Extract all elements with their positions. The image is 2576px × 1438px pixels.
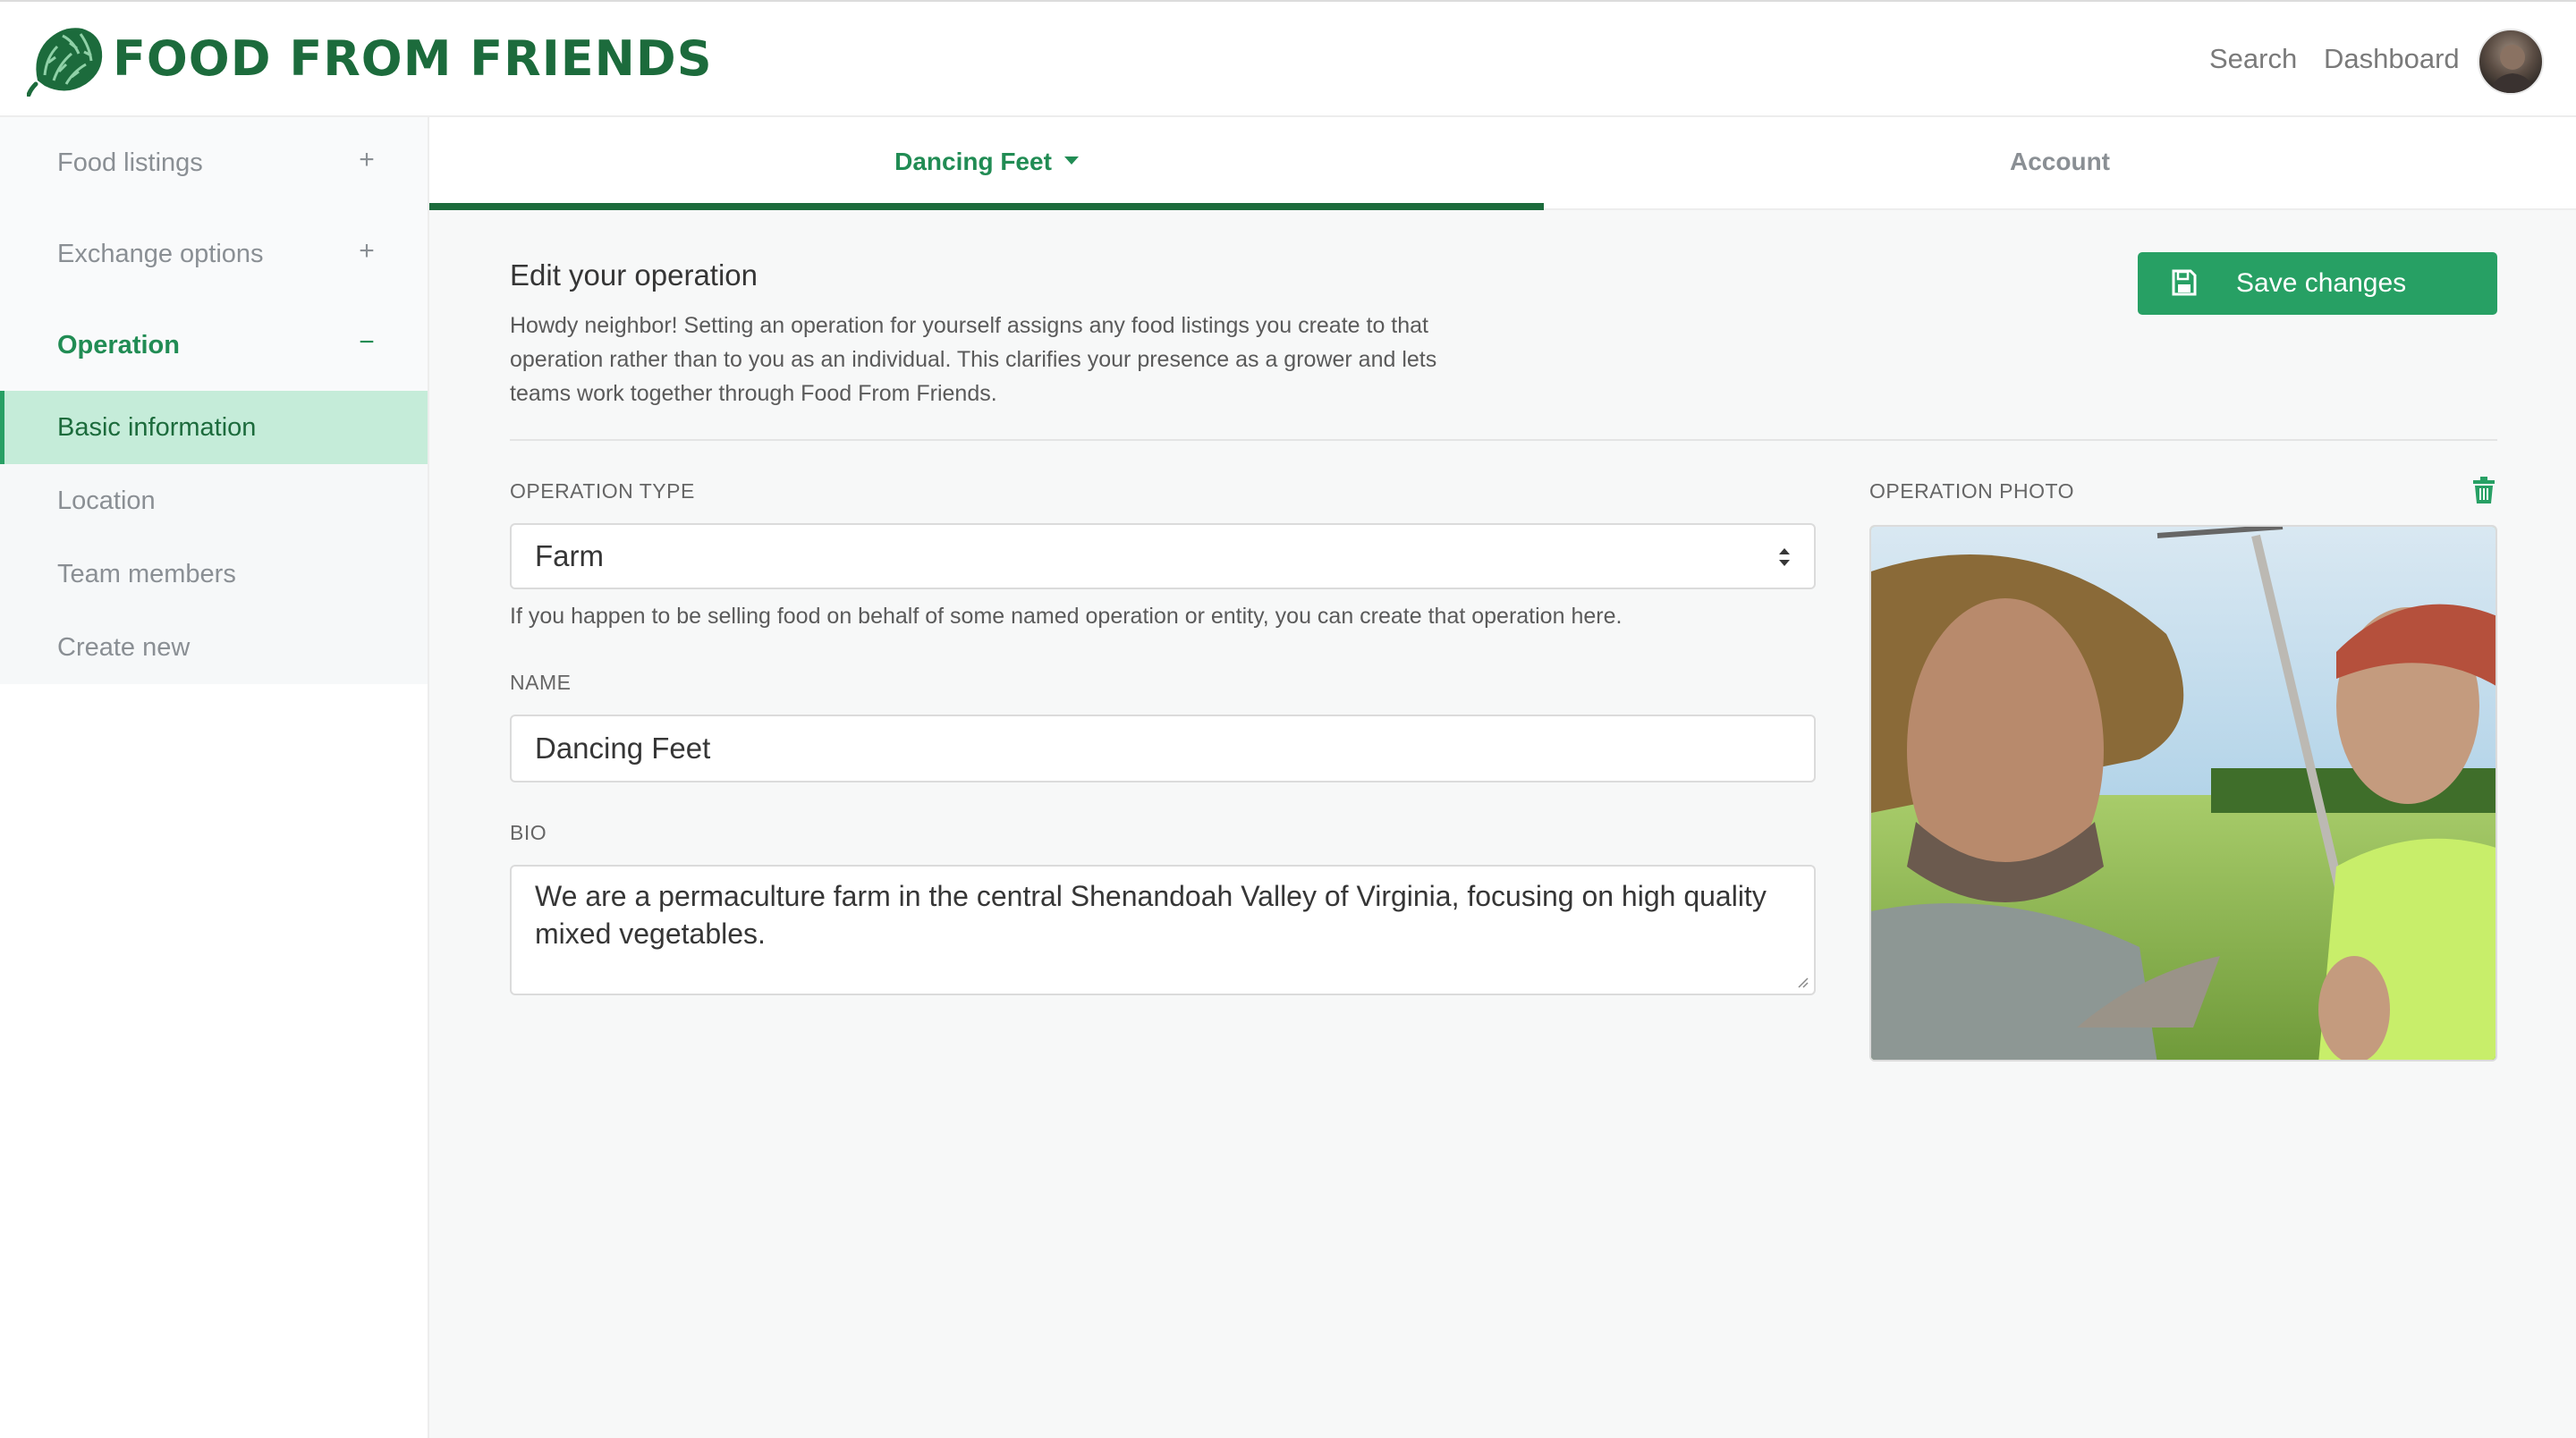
- sidebar-item-label: Location: [57, 486, 156, 515]
- tab-label: Dancing Feet: [894, 144, 1079, 180]
- sidebar-group-label: Operation: [57, 331, 180, 360]
- tab-operation-selector[interactable]: Dancing Feet: [429, 117, 1544, 210]
- sidebar-group-label: Food listings: [57, 148, 203, 177]
- save-button-label: Save changes: [2236, 268, 2407, 298]
- top-header: FOOD FROM FRIENDS Search Dashboard: [0, 0, 2576, 117]
- section-divider: [510, 439, 2497, 441]
- chevron-down-icon: [1063, 156, 1079, 165]
- sidebar-group-label: Exchange options: [57, 240, 264, 268]
- intro-text: Howdy neighbor! Setting an operation for…: [510, 313, 1437, 406]
- page-title: Edit your operation: [510, 258, 758, 292]
- operation-photo-image: [1871, 527, 2496, 1060]
- sidebar-item-create-new[interactable]: Create new: [0, 611, 428, 684]
- sidebar-group-exchange-options[interactable]: Exchange options +: [0, 208, 428, 300]
- sidebar-item-location[interactable]: Location: [0, 464, 428, 537]
- bio-value: We are a permaculture farm in the centra…: [535, 880, 1767, 950]
- artichoke-logo-icon[interactable]: [27, 21, 104, 97]
- floppy-disk-icon: [2172, 269, 2197, 296]
- resize-handle-icon[interactable]: [1796, 976, 1809, 988]
- sidebar-group-operation[interactable]: Operation −: [0, 300, 428, 391]
- nav-dashboard-link[interactable]: Dashboard: [2324, 39, 2460, 79]
- sidebar-item-label: Basic information: [57, 413, 257, 442]
- minus-icon[interactable]: −: [356, 323, 377, 362]
- operation-type-label: OPERATION TYPE: [510, 479, 695, 503]
- tab-account[interactable]: Account: [1544, 117, 2576, 210]
- operation-name: Dancing Feet: [894, 148, 1052, 175]
- sidebar-item-team-members[interactable]: Team members: [0, 537, 428, 611]
- sidebar: Food listings + Exchange options + Opera…: [0, 117, 429, 1438]
- select-arrows-icon: [1779, 548, 1790, 566]
- sidebar-group-food-listings[interactable]: Food listings +: [0, 117, 428, 208]
- main-content: Edit your operation Howdy neighbor! Sett…: [429, 210, 2576, 1438]
- tab-label: Account: [2010, 148, 2110, 175]
- bio-textarea[interactable]: We are a permaculture farm in the centra…: [510, 865, 1816, 995]
- bio-label: BIO: [510, 821, 547, 844]
- plus-icon[interactable]: +: [356, 232, 377, 271]
- sidebar-item-label: Team members: [57, 560, 236, 588]
- plus-icon[interactable]: +: [356, 140, 377, 180]
- sidebar-item-basic-information[interactable]: Basic information: [0, 391, 428, 464]
- sidebar-item-label: Create new: [57, 633, 191, 662]
- name-label: NAME: [510, 671, 572, 694]
- save-changes-button[interactable]: Save changes: [2138, 252, 2497, 315]
- trash-icon[interactable]: [2472, 477, 2496, 503]
- operation-type-help: If you happen to be selling food on beha…: [510, 604, 1623, 629]
- brand-wordmark[interactable]: FOOD FROM FRIENDS: [113, 27, 713, 91]
- operation-type-select[interactable]: Farm: [510, 523, 1816, 589]
- operation-photo[interactable]: [1869, 525, 2497, 1062]
- nav-search-link[interactable]: Search: [2209, 39, 2297, 79]
- tab-bar: Dancing Feet Account: [429, 117, 2576, 210]
- operation-type-value: Farm: [535, 539, 604, 572]
- name-value: Dancing Feet: [535, 732, 711, 765]
- operation-photo-label: OPERATION PHOTO: [1869, 479, 2075, 503]
- name-input[interactable]: Dancing Feet: [510, 715, 1816, 782]
- avatar-photo: [2490, 45, 2535, 93]
- user-avatar[interactable]: [2478, 29, 2544, 95]
